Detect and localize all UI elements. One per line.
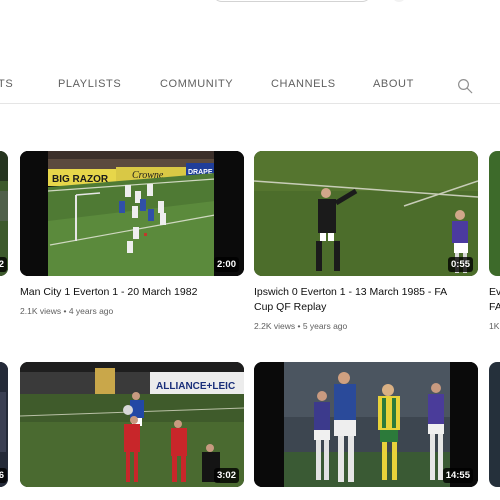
video-views: 2.2K views — [254, 321, 296, 331]
video-views: 1K — [489, 321, 500, 331]
thumbnail-image: BIG RAZOR Crowne DRAPE — [20, 151, 244, 276]
tab-channels[interactable]: CHANNELS — [271, 78, 336, 90]
tab-playlists[interactable]: PLAYLISTS — [58, 78, 121, 90]
tab-community[interactable]: COMMUNITY — [160, 78, 233, 90]
video-duration: 0:55 — [447, 257, 473, 272]
video-thumbnail[interactable] — [489, 151, 500, 276]
video-card[interactable]: BIG RAZOR Crowne DRAPE 2:00 Man City 1 E… — [20, 151, 244, 321]
video-title[interactable]: Ipswich 0 Everton 1 - 13 March 1985 - FA… — [254, 285, 478, 314]
video-title-line: Ev — [489, 286, 500, 298]
thumbnail-image — [254, 151, 478, 276]
video-age: 5 years ago — [302, 321, 348, 331]
video-card[interactable] — [489, 362, 500, 487]
video-title[interactable]: Man City 1 Everton 1 - 20 March 1982 — [20, 285, 244, 300]
channel-tabs: TS PLAYLISTS COMMUNITY CHANNELS ABOUT — [0, 68, 500, 104]
video-duration: 2 — [0, 257, 7, 272]
video-duration: 14:55 — [442, 468, 473, 483]
video-metadata: 2.1K views • 4 years ago — [20, 306, 113, 316]
video-thumbnail[interactable]: BIG RAZOR Crowne DRAPE 2:00 — [20, 151, 244, 276]
header-button-edge[interactable] — [392, 0, 406, 2]
video-card[interactable]: 2 — [0, 151, 10, 276]
video-duration: 3:02 — [213, 468, 239, 483]
tab-about[interactable]: ABOUT — [373, 78, 414, 90]
video-card[interactable]: Ev FA 1K — [489, 151, 500, 336]
search-icon[interactable] — [456, 77, 474, 95]
video-title-line: FA — [489, 300, 500, 313]
meta-separator: • — [63, 306, 67, 316]
ad-board-text: ALLIANCE+LEIC — [156, 381, 235, 392]
video-title-line: Ipswich 0 Everton 1 - 13 March 1985 - FA — [254, 286, 448, 298]
video-thumbnail[interactable] — [489, 362, 500, 487]
video-card[interactable]: 0:55 Ipswich 0 Everton 1 - 13 March 1985… — [254, 151, 478, 336]
video-views: 2.1K views — [20, 306, 62, 316]
video-metadata: 2.2K views • 5 years ago — [254, 321, 347, 331]
video-title-line: Cup QF Replay — [254, 300, 327, 313]
video-duration: 2:00 — [213, 257, 239, 272]
video-card[interactable]: 6 — [0, 362, 10, 487]
video-thumbnail[interactable]: 0:55 — [254, 151, 478, 276]
video-card[interactable]: ALLIANCE+LEIC 3:02 — [20, 362, 244, 487]
page-header-sliver — [0, 0, 500, 4]
video-card[interactable]: 14:55 — [254, 362, 478, 487]
tab-shorts[interactable]: TS — [0, 78, 13, 90]
thumbnail-image: ALLIANCE+LEIC — [20, 362, 244, 487]
video-thumbnail[interactable]: ALLIANCE+LEIC 3:02 — [20, 362, 244, 487]
video-duration: 6 — [0, 468, 7, 483]
video-thumbnail[interactable]: 6 — [0, 362, 8, 487]
video-title-line: Man City 1 Everton 1 - 20 March 1982 — [20, 286, 198, 298]
video-title[interactable]: Ev FA — [489, 285, 500, 314]
video-thumbnail[interactable]: 2 — [0, 151, 8, 276]
video-thumbnail[interactable]: 14:55 — [254, 362, 478, 487]
video-age: 4 years ago — [68, 306, 114, 316]
meta-separator: • — [297, 321, 301, 331]
search-box-edge[interactable] — [212, 0, 372, 2]
